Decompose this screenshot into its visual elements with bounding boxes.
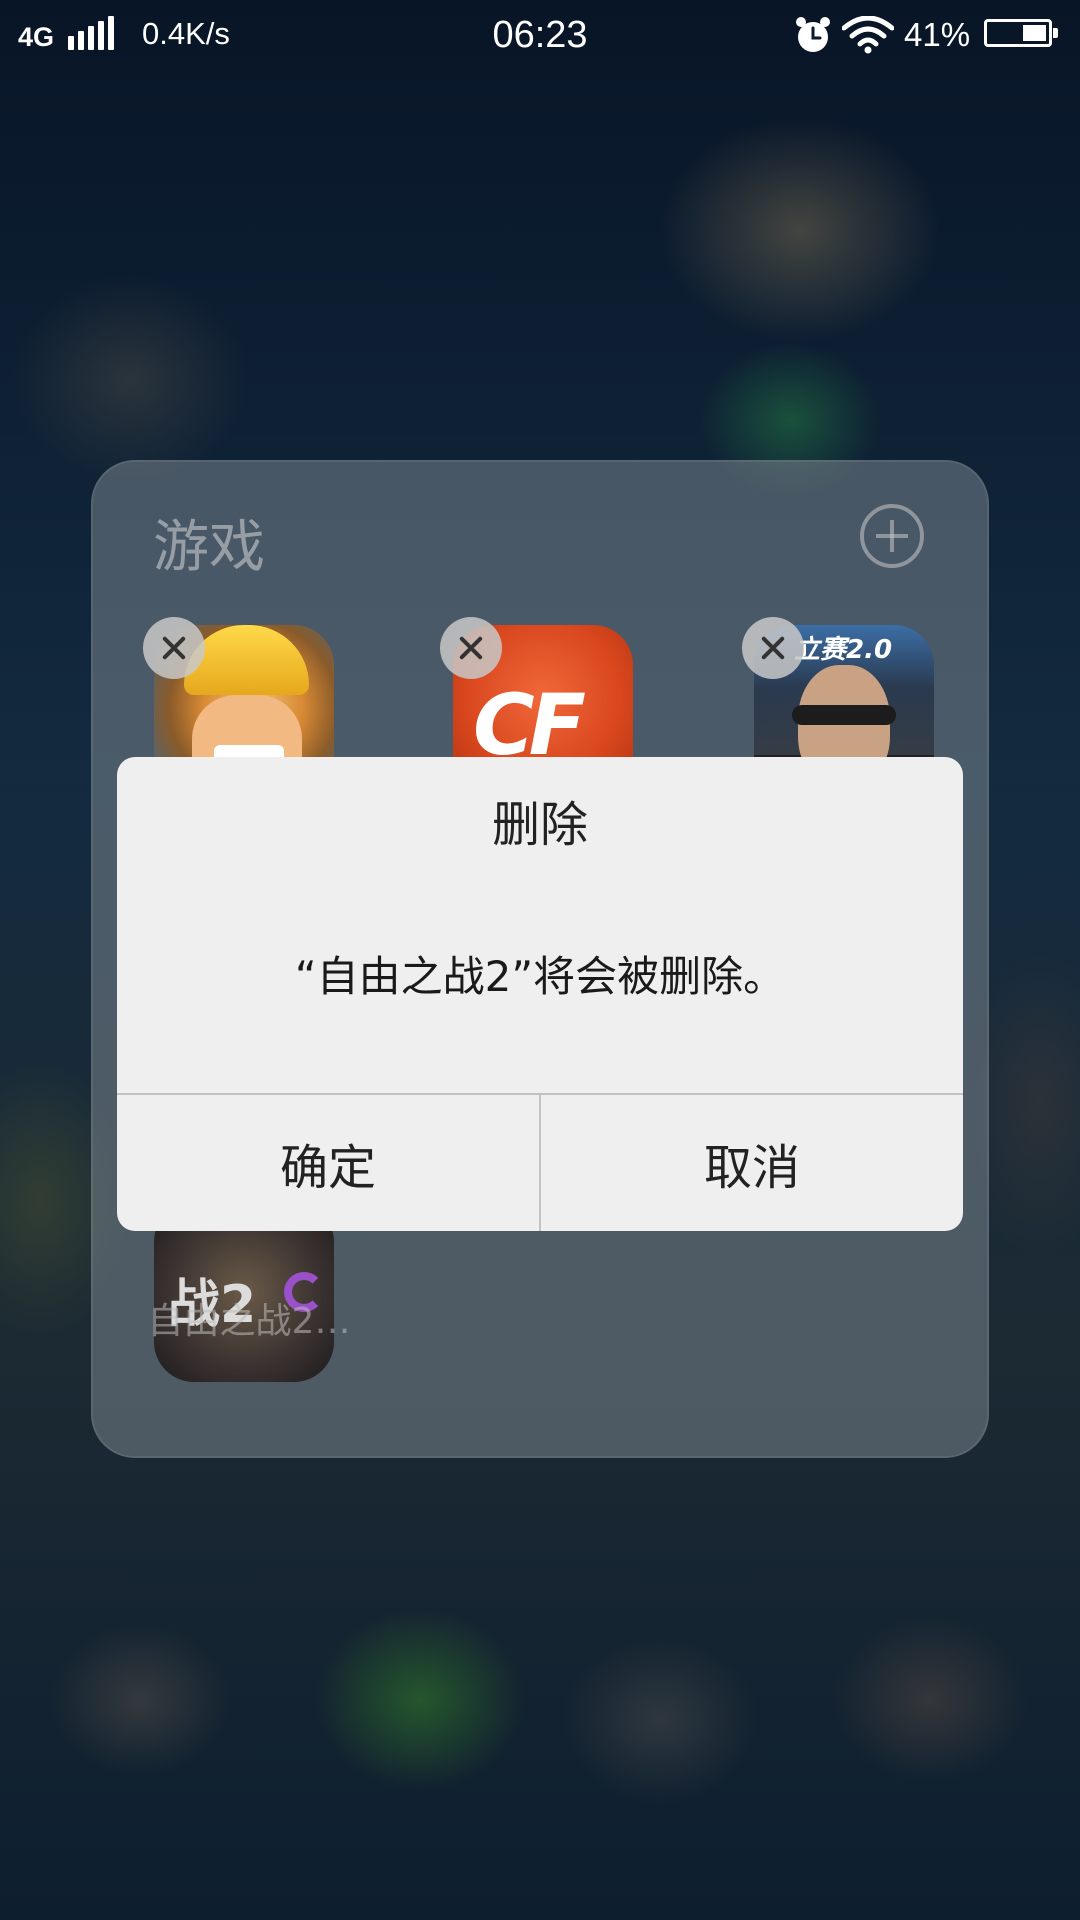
battery-percent: 41% [904,16,971,53]
alarm-icon [796,17,830,52]
sunglasses-shape [792,705,896,725]
confirm-button[interactable]: 确定 [117,1095,539,1231]
folder-title[interactable]: 游戏 [153,502,265,583]
dialog-title: 删除 [491,797,588,853]
cf-logo: CF [473,676,586,774]
battery-level [1023,25,1046,41]
plus-circle-icon[interactable] [860,504,924,568]
battery-icon [984,19,1058,47]
remove-app-button-3[interactable] [742,617,804,679]
wifi-icon [842,16,894,54]
dialog-message: “自由之战2”将会被删除。 [294,952,786,1001]
remove-app-button-1[interactable] [143,617,205,679]
delete-dialog: 删除 “自由之战2”将会被删除。 确定 取消 [117,757,963,1231]
remove-app-button-2[interactable] [440,617,502,679]
racing-badge: 立赛2.0 [794,635,893,665]
app-label-free-war-2: 自由之战2… [147,1301,351,1342]
cancel-button[interactable]: 取消 [541,1095,963,1231]
status-bar: 4G 0.4K/s 06:23 41% [0,0,1080,70]
